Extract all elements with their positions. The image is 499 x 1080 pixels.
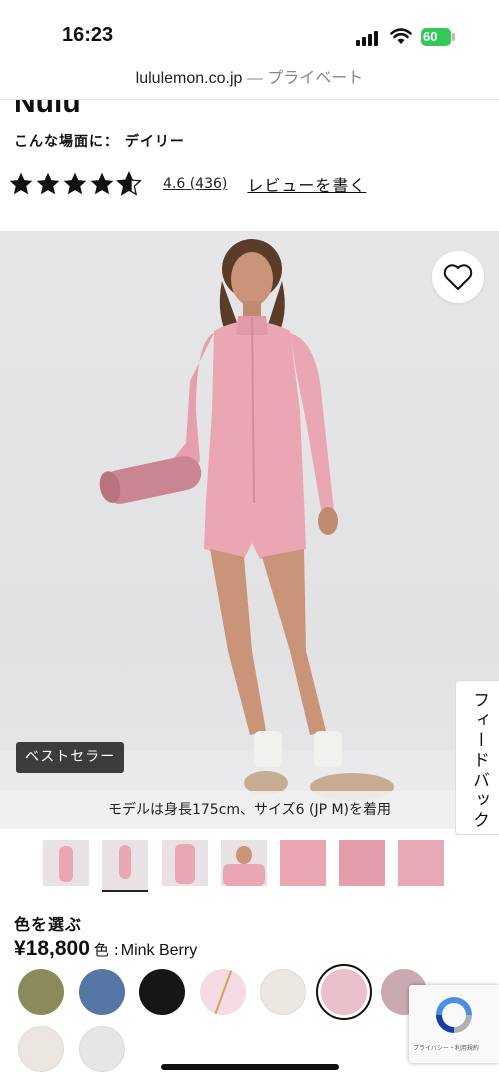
thumbnail[interactable] — [339, 840, 385, 886]
private-mode-label: プライベート — [267, 70, 364, 87]
thumbnail[interactable] — [221, 840, 267, 886]
status-time: 16:23 — [62, 24, 114, 46]
color-swatch-black[interactable] — [139, 969, 185, 1015]
model-illustration — [99, 239, 394, 801]
product-title: Nulu — [14, 100, 81, 118]
recaptcha-icon — [436, 997, 472, 1033]
model-size-caption: モデルは身長175cm、サイズ6 (JP M)を着用 — [0, 791, 499, 829]
thumbnail[interactable] — [43, 840, 89, 886]
battery-level: 60 — [423, 29, 438, 44]
rating-summary-link[interactable]: 4.6 (436) — [163, 176, 227, 192]
feedback-tab[interactable]: フィードバック — [455, 680, 499, 835]
home-indicator — [161, 1064, 339, 1070]
star-icon — [63, 172, 87, 195]
star-icon — [36, 172, 60, 195]
url-separator: — — [242, 70, 268, 87]
color-swatch-olive[interactable] — [18, 969, 64, 1015]
thumbnail[interactable] — [398, 840, 444, 886]
url-domain: lululemon.co.jp — [135, 70, 243, 87]
write-review-link[interactable]: レビューを書く — [247, 172, 366, 196]
product-image[interactable]: ベストセラー モデルは身長175cm、サイズ6 (JP M)を着用 — [0, 231, 499, 829]
rating-value: 4.6 — [163, 176, 186, 192]
recaptcha-badge[interactable]: プライバシー・利用規約 — [409, 985, 499, 1063]
rating-row: 4.6 (436) レビューを書く — [8, 170, 366, 198]
color-swatch-ivory[interactable] — [260, 969, 306, 1015]
star-icon — [90, 172, 114, 195]
heart-icon — [443, 264, 473, 290]
product-title-area: Nulu — [0, 100, 499, 125]
review-count: (436) — [189, 176, 228, 192]
color-swatch-heather-grey[interactable] — [79, 1026, 125, 1072]
thumbnail[interactable] — [280, 840, 326, 886]
color-section-title: 色を選ぶ — [14, 915, 83, 934]
signal-icon — [356, 30, 382, 46]
star-rating — [8, 171, 143, 197]
activity-line: こんな場面に： デイリー — [14, 131, 185, 151]
price: ¥18,800 — [14, 937, 90, 960]
feedback-label: フィードバック — [469, 691, 489, 831]
color-swatch-pink-pattern[interactable] — [200, 969, 246, 1015]
thumbnail[interactable] — [162, 840, 208, 886]
color-swatch-light-bone[interactable] — [18, 1026, 64, 1072]
wishlist-button[interactable] — [432, 251, 484, 303]
battery-icon: 60 — [421, 28, 451, 46]
color-label: 色 : — [93, 941, 119, 959]
thumbnail-active[interactable] — [102, 840, 148, 892]
star-icon — [9, 172, 33, 195]
star-half-icon — [116, 171, 142, 196]
activity-value: デイリー — [124, 134, 185, 150]
color-swatch-mink-berry[interactable] — [321, 969, 367, 1015]
activity-label: こんな場面に： — [14, 134, 119, 150]
recaptcha-privacy-text: プライバシー・利用規約 — [413, 1045, 479, 1052]
battery-cap — [452, 33, 455, 41]
price-row: ¥18,800 色 : Mink Berry — [14, 937, 197, 961]
thumbnail-strip — [0, 838, 499, 894]
status-bar: 16:23 60 — [0, 0, 499, 62]
selected-color-name: Mink Berry — [120, 942, 198, 959]
color-swatch-blue[interactable] — [79, 969, 125, 1015]
address-bar[interactable]: lululemon.co.jp — プライベート — [0, 62, 499, 100]
bestseller-badge: ベストセラー — [16, 742, 125, 773]
wifi-icon — [390, 28, 412, 44]
